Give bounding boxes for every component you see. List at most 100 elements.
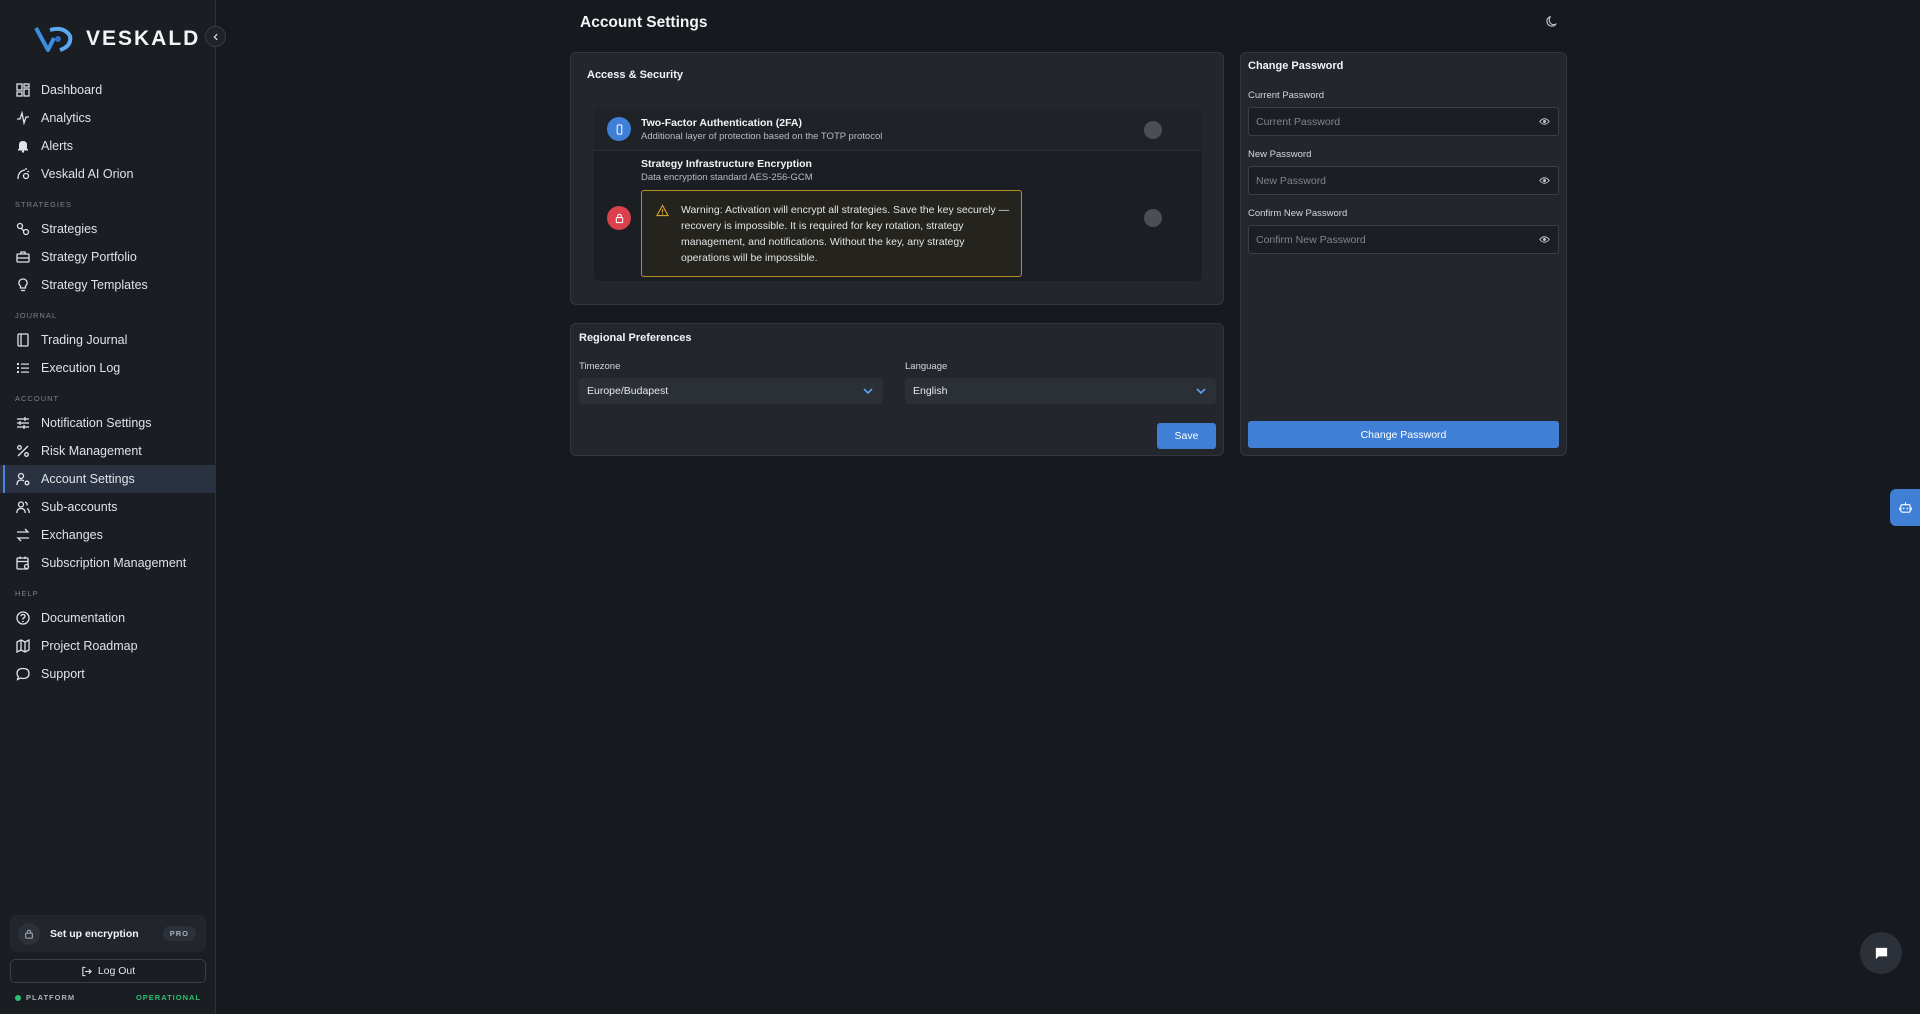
collapse-sidebar-button[interactable] — [205, 26, 226, 47]
encryption-warning: Warning: Activation will encrypt all str… — [641, 190, 1022, 277]
dashboard-icon — [16, 83, 30, 97]
sidebar-item-analytics[interactable]: Analytics — [0, 104, 216, 132]
language-select[interactable]: English — [905, 378, 1216, 404]
briefcase-icon — [16, 251, 30, 263]
sidebar-item-account-settings[interactable]: Account Settings — [0, 465, 216, 493]
sidebar-item-label: Trading Journal — [41, 333, 128, 347]
sidebar-item-label: Strategies — [41, 222, 98, 236]
new-password-input[interactable] — [1256, 174, 1516, 187]
sidebar-item-label: Subscription Management — [41, 556, 187, 570]
sidebar-nav: Dashboard Analytics Alerts Veskald AI Or… — [0, 76, 216, 688]
platform-status: PLATFORM OPERATIONAL — [15, 993, 201, 1002]
current-password-label: Current Password — [1248, 90, 1325, 101]
logout-button[interactable]: Log Out — [10, 959, 206, 983]
timezone-value: Europe/Budapest — [587, 385, 669, 397]
chat-button[interactable] — [1860, 932, 1902, 974]
exchange-icon — [16, 528, 30, 542]
timezone-label: Timezone — [579, 361, 621, 372]
sidebar-item-orion[interactable]: Veskald AI Orion — [0, 160, 216, 188]
sidebar-item-label: Strategy Portfolio — [41, 250, 137, 264]
two-factor-toggle[interactable] — [1144, 121, 1162, 139]
eye-icon[interactable] — [1539, 117, 1550, 126]
confirm-password-label: Confirm New Password — [1248, 208, 1348, 219]
sidebar-item-sub-accounts[interactable]: Sub-accounts — [0, 493, 216, 521]
confirm-password-field[interactable] — [1248, 225, 1559, 254]
sidebar-item-documentation[interactable]: Documentation — [0, 604, 216, 632]
encryption-subtitle: Data encryption standard AES-256-GCM — [641, 172, 813, 183]
sidebar-item-label: Project Roadmap — [41, 639, 138, 653]
chat-icon — [1875, 947, 1887, 959]
encryption-toggle[interactable] — [1144, 209, 1162, 227]
change-password-button[interactable]: Change Password — [1248, 421, 1559, 448]
analytics-icon — [17, 111, 29, 125]
sidebar-item-support[interactable]: Support — [0, 660, 216, 688]
veskald-logo-icon — [34, 26, 73, 52]
ai-assistant-tab[interactable] — [1890, 489, 1920, 526]
sidebar-item-label: Strategy Templates — [41, 278, 148, 292]
platform-status-value: OPERATIONAL — [135, 993, 201, 1002]
orion-icon — [17, 168, 30, 180]
language-label: Language — [905, 361, 948, 372]
help-circle-icon — [16, 611, 30, 625]
theme-toggle-button[interactable] — [1544, 15, 1560, 31]
moon-icon — [1546, 15, 1557, 27]
book-icon — [17, 333, 29, 347]
timezone-select[interactable]: Europe/Budapest — [579, 378, 883, 404]
sidebar-item-subscription-management[interactable]: Subscription Management — [0, 549, 216, 577]
setup-encryption-card[interactable]: Set up encryption PRO — [10, 915, 206, 952]
sidebar-item-project-roadmap[interactable]: Project Roadmap — [0, 632, 216, 660]
status-dot-icon — [15, 994, 21, 1001]
encryption-warning-text: Warning: Activation will encrypt all str… — [681, 204, 1010, 264]
pro-badge: PRO — [162, 926, 196, 941]
sidebar-item-label: Notification Settings — [41, 416, 152, 430]
percent-icon — [17, 445, 29, 457]
chevron-left-icon — [213, 33, 218, 40]
sidebar-section-help: HELP — [15, 589, 39, 598]
lightbulb-icon — [18, 278, 28, 292]
confirm-password-input[interactable] — [1256, 233, 1516, 246]
sidebar-item-dashboard[interactable]: Dashboard — [0, 76, 216, 104]
chat-bubble-icon — [16, 667, 30, 681]
two-factor-row: Two-Factor Authentication (2FA) Addition… — [594, 109, 1202, 151]
sliders-icon — [17, 417, 29, 429]
eye-icon[interactable] — [1539, 176, 1550, 185]
sidebar-item-strategies[interactable]: Strategies — [0, 215, 216, 243]
sidebar-item-label: Analytics — [41, 111, 92, 125]
current-password-input[interactable] — [1256, 115, 1516, 128]
sidebar-item-execution-log[interactable]: Execution Log — [0, 354, 216, 382]
sidebar-item-label: Dashboard — [41, 83, 103, 97]
save-button[interactable]: Save — [1157, 423, 1216, 449]
robot-icon — [1898, 502, 1912, 513]
user-gear-icon — [16, 472, 30, 486]
sidebar-item-label: Support — [41, 667, 85, 681]
phone-icon — [607, 117, 631, 141]
sidebar-item-label: Veskald AI Orion — [41, 167, 134, 181]
two-factor-subtitle: Additional layer of protection based on … — [641, 131, 883, 142]
current-password-field[interactable] — [1248, 107, 1559, 136]
access-security-title: Access & Security — [587, 69, 683, 81]
sidebar-section-strategies: STRATEGIES — [15, 200, 72, 209]
users-icon — [16, 501, 30, 514]
sidebar-item-trading-journal[interactable]: Trading Journal — [0, 326, 216, 354]
new-password-label: New Password — [1248, 149, 1312, 160]
logout-label: Log Out — [97, 965, 136, 977]
sidebar-item-strategy-templates[interactable]: Strategy Templates — [0, 271, 216, 299]
new-password-field[interactable] — [1248, 166, 1559, 195]
regional-preferences-title: Regional Preferences — [579, 332, 692, 344]
sidebar-item-label: Risk Management — [41, 444, 142, 458]
sidebar-item-exchanges[interactable]: Exchanges — [0, 521, 216, 549]
change-password-card: Change Password Current Password New Pas… — [1240, 52, 1567, 456]
sidebar-item-label: Alerts — [41, 139, 73, 153]
change-password-title: Change Password — [1248, 60, 1344, 72]
brand-logo[interactable]: VESKALD — [34, 24, 200, 54]
lock-icon — [18, 922, 40, 945]
regional-preferences-card: Regional Preferences Timezone Europe/Bud… — [570, 323, 1224, 456]
sidebar-item-strategy-portfolio[interactable]: Strategy Portfolio — [0, 243, 216, 271]
eye-icon[interactable] — [1539, 235, 1550, 244]
access-security-card: Access & Security Two-Factor Authenticat… — [570, 52, 1224, 305]
sidebar-item-label: Account Settings — [41, 472, 135, 486]
sidebar-item-alerts[interactable]: Alerts — [0, 132, 216, 160]
sidebar-item-notification-settings[interactable]: Notification Settings — [0, 409, 216, 437]
sidebar-item-risk-management[interactable]: Risk Management — [0, 437, 216, 465]
sidebar-item-label: Documentation — [41, 611, 126, 625]
